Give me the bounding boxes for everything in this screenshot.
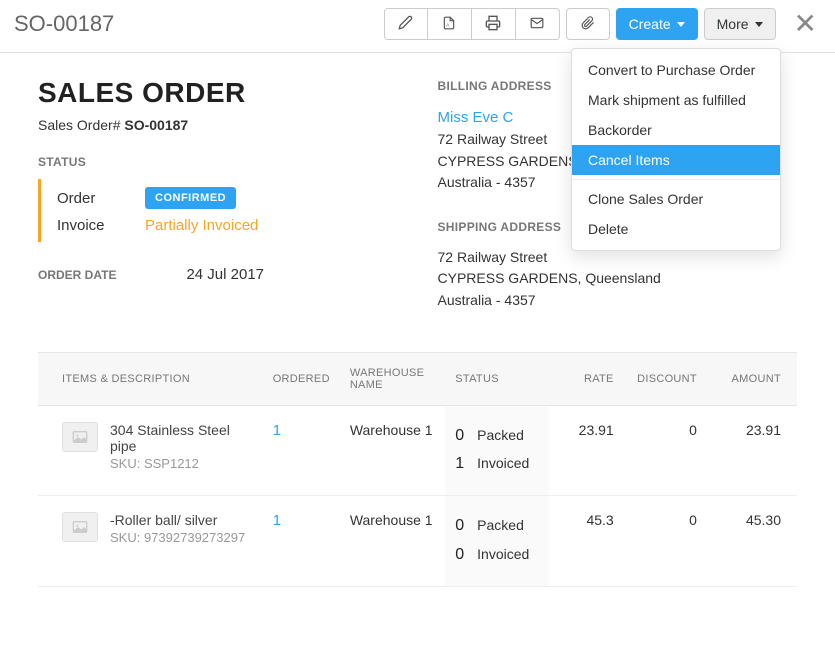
col-warehouse: WAREHOUSE NAME bbox=[340, 352, 445, 405]
menu-clone[interactable]: Clone Sales Order bbox=[572, 184, 780, 214]
invoice-status-value: Partially Invoiced bbox=[145, 217, 258, 234]
item-rate: 23.91 bbox=[549, 405, 623, 496]
shipping-line3: Australia - 4357 bbox=[438, 290, 798, 312]
order-date-row: ORDER DATE 24 Jul 2017 bbox=[38, 266, 398, 283]
caret-down-icon bbox=[755, 22, 763, 27]
caret-down-icon bbox=[677, 22, 685, 27]
printer-icon bbox=[485, 15, 501, 34]
menu-convert-po[interactable]: Convert to Purchase Order bbox=[572, 55, 780, 85]
item-discount: 0 bbox=[624, 405, 707, 496]
menu-cancel-items[interactable]: Cancel Items bbox=[572, 145, 780, 175]
status-heading: STATUS bbox=[38, 155, 398, 169]
item-name: 304 Stainless Steel pipe bbox=[110, 422, 253, 454]
toolbar: A Create More bbox=[384, 8, 821, 40]
menu-backorder[interactable]: Backorder bbox=[572, 115, 780, 145]
order-number: Sales Order# SO-00187 bbox=[38, 117, 398, 133]
menu-delete[interactable]: Delete bbox=[572, 214, 780, 244]
order-date-label: ORDER DATE bbox=[38, 268, 116, 282]
page-title: SO-00187 bbox=[14, 11, 114, 37]
pdf-icon: A bbox=[442, 15, 456, 34]
more-button-label: More bbox=[717, 16, 749, 32]
table-row: 304 Stainless Steel pipe SKU: SSP1212 1 … bbox=[38, 405, 797, 496]
line-items-table: ITEMS & DESCRIPTION ORDERED WAREHOUSE NA… bbox=[38, 352, 797, 587]
order-heading: SALES ORDER bbox=[38, 77, 398, 109]
item-amount: 23.91 bbox=[707, 405, 797, 496]
order-status-label: Order bbox=[57, 190, 119, 207]
billing-name-link[interactable]: Miss Eve C bbox=[438, 109, 514, 126]
invoice-status-label: Invoice bbox=[57, 217, 119, 234]
item-name: -Roller ball/ silver bbox=[110, 512, 245, 528]
pencil-icon bbox=[398, 15, 413, 33]
email-button[interactable] bbox=[516, 8, 560, 40]
action-btn-group: A bbox=[384, 8, 560, 40]
item-amount: 45.30 bbox=[707, 496, 797, 587]
edit-button[interactable] bbox=[384, 8, 428, 40]
item-image-placeholder bbox=[62, 512, 98, 542]
create-button[interactable]: Create bbox=[616, 8, 698, 40]
col-item: ITEMS & DESCRIPTION bbox=[38, 352, 263, 405]
col-amount: AMOUNT bbox=[707, 352, 797, 405]
print-button[interactable] bbox=[472, 8, 516, 40]
col-ordered: ORDERED bbox=[263, 352, 340, 405]
col-rate: RATE bbox=[549, 352, 623, 405]
menu-divider bbox=[572, 179, 780, 180]
page-header: SO-00187 A bbox=[0, 0, 835, 53]
order-status-badge: CONFIRMED bbox=[145, 187, 236, 209]
paperclip-icon bbox=[581, 15, 595, 34]
col-discount: DISCOUNT bbox=[624, 352, 707, 405]
create-button-label: Create bbox=[629, 16, 671, 32]
menu-mark-fulfilled[interactable]: Mark shipment as fulfilled bbox=[572, 85, 780, 115]
item-status: 0 Packed 0 Invoiced bbox=[445, 496, 549, 587]
item-warehouse: Warehouse 1 bbox=[340, 405, 445, 496]
order-date-value: 24 Jul 2017 bbox=[186, 266, 264, 283]
item-sku: SKU: 97392739273297 bbox=[110, 530, 245, 545]
col-status: STATUS bbox=[445, 352, 549, 405]
item-ordered: 1 bbox=[273, 512, 281, 529]
attachment-button[interactable] bbox=[566, 8, 610, 40]
item-status: 0 Packed 1 Invoiced bbox=[445, 405, 549, 496]
svg-text:A: A bbox=[446, 22, 450, 27]
mail-icon bbox=[529, 16, 545, 33]
item-image-placeholder bbox=[62, 422, 98, 452]
item-sku: SKU: SSP1212 bbox=[110, 456, 253, 471]
more-dropdown: Convert to Purchase Order Mark shipment … bbox=[571, 48, 781, 251]
pdf-button[interactable]: A bbox=[428, 8, 472, 40]
item-warehouse: Warehouse 1 bbox=[340, 496, 445, 587]
status-block: Order CONFIRMED Invoice Partially Invoic… bbox=[38, 179, 398, 242]
table-row: -Roller ball/ silver SKU: 97392739273297… bbox=[38, 496, 797, 587]
shipping-line2: CYPRESS GARDENS, Queensland bbox=[438, 268, 798, 290]
item-rate: 45.3 bbox=[549, 496, 623, 587]
close-button[interactable]: ✕ bbox=[790, 10, 821, 38]
item-ordered: 1 bbox=[273, 422, 281, 439]
item-discount: 0 bbox=[624, 496, 707, 587]
more-button[interactable]: More bbox=[704, 8, 776, 40]
close-icon: ✕ bbox=[794, 8, 817, 39]
